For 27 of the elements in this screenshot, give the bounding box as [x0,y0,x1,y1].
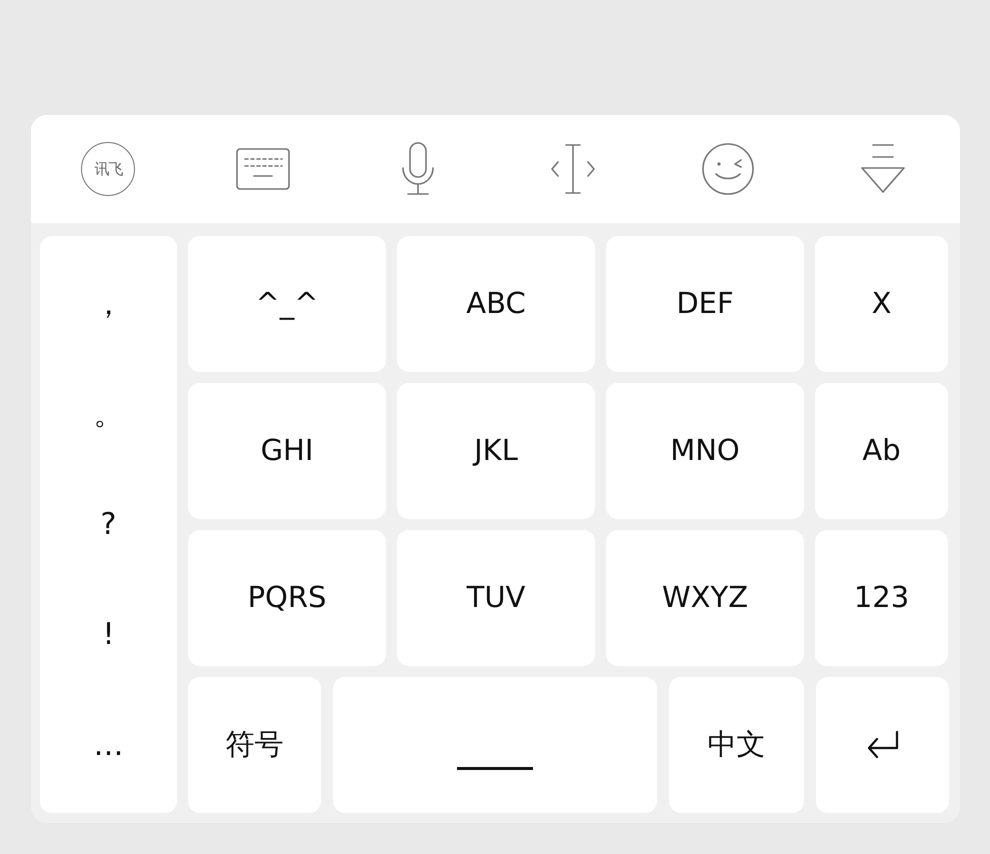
punctuation-key[interactable]: ! [78,606,138,663]
key[interactable]: PQRS [188,530,386,666]
key[interactable]: 符号 [188,677,321,813]
microphone-icon[interactable] [400,142,436,196]
key[interactable]: TUV [397,530,595,666]
key[interactable]: ^_^ [188,236,386,372]
punctuation-key[interactable]: ， [78,276,138,332]
space-bar-line-icon [457,767,533,770]
key[interactable]: ABC [397,236,595,372]
key[interactable]: MNO [606,383,804,519]
key[interactable]: GHI [188,383,386,519]
key[interactable]: WXYZ [606,530,804,666]
keyboard-icon[interactable] [236,148,290,190]
punctuation-key[interactable]: 。 [78,386,138,442]
wink-emoji-icon[interactable] [700,142,755,196]
key[interactable]: 123 [815,530,948,666]
hide-keyboard-icon[interactable] [860,143,906,195]
key[interactable]: DEF [606,236,804,372]
key[interactable]: X [815,236,948,372]
punctuation-key[interactable]: ? [78,496,138,552]
key[interactable]: JKL [397,383,595,519]
logo-button[interactable]: 讯飞 [81,142,136,196]
punctuation-key[interactable]: … [78,717,138,773]
return-arrow-icon [866,730,900,760]
cursor-move-icon[interactable] [548,143,597,195]
key[interactable]: 中文 [669,677,804,813]
key[interactable]: Ab [815,383,948,519]
